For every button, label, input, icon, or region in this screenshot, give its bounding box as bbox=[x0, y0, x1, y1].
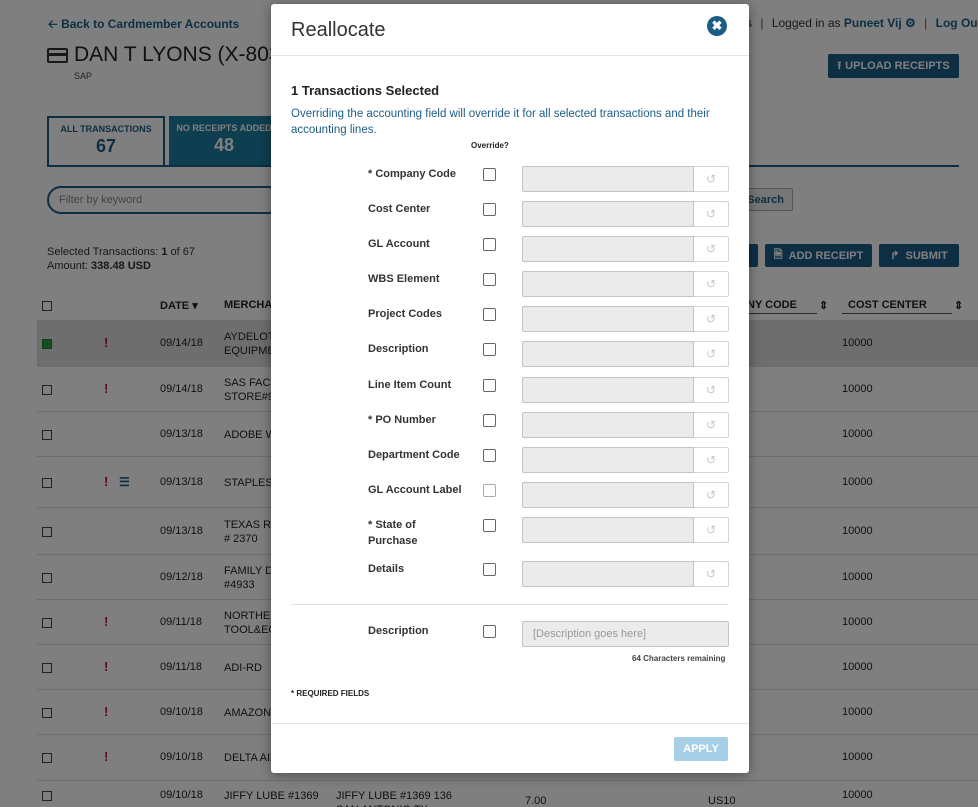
field-label: Cost Center bbox=[368, 203, 431, 215]
undo-icon[interactable]: ↺ bbox=[694, 561, 729, 587]
override-checkbox[interactable] bbox=[483, 238, 496, 251]
override-checkbox[interactable] bbox=[483, 308, 496, 321]
undo-icon[interactable]: ↺ bbox=[694, 201, 729, 227]
field-label: Line Item Count bbox=[368, 379, 452, 391]
apply-button[interactable]: APPLY bbox=[674, 737, 728, 761]
field-input[interactable] bbox=[522, 517, 694, 543]
modal-footer-divider bbox=[271, 723, 749, 724]
field-label: WBS Element bbox=[368, 273, 440, 285]
undo-icon[interactable]: ↺ bbox=[694, 517, 729, 543]
undo-icon[interactable]: ↺ bbox=[694, 236, 729, 262]
field-input[interactable] bbox=[522, 447, 694, 473]
field-input[interactable] bbox=[522, 482, 694, 508]
override-note: Overriding the accounting field will ove… bbox=[291, 108, 710, 136]
override-checkbox[interactable] bbox=[483, 563, 496, 576]
field-label: * State of Purchase bbox=[368, 519, 418, 547]
override-checkbox[interactable] bbox=[483, 343, 496, 356]
field-label: GL Account bbox=[368, 238, 430, 250]
field-input[interactable] bbox=[522, 271, 694, 297]
reallocate-modal: Reallocate ✖ 1 Transactions Selected Ove… bbox=[271, 4, 749, 773]
modal-title: Reallocate bbox=[291, 19, 386, 41]
field-label: * Company Code bbox=[368, 168, 457, 180]
field-input[interactable] bbox=[522, 412, 694, 438]
field-label: Department Code bbox=[368, 449, 460, 461]
field-input[interactable] bbox=[522, 306, 694, 332]
undo-icon[interactable]: ↺ bbox=[694, 166, 729, 192]
field-label: Description bbox=[368, 343, 429, 355]
field-input[interactable] bbox=[522, 561, 694, 587]
field-input[interactable] bbox=[522, 341, 694, 367]
override-column-header: Override? bbox=[471, 141, 509, 150]
field-input[interactable] bbox=[522, 236, 694, 262]
undo-icon[interactable]: ↺ bbox=[694, 377, 729, 403]
override-checkbox[interactable] bbox=[483, 168, 496, 181]
undo-icon[interactable]: ↺ bbox=[694, 482, 729, 508]
override-checkbox[interactable] bbox=[483, 379, 496, 392]
undo-icon[interactable]: ↺ bbox=[694, 306, 729, 332]
field-input[interactable] bbox=[522, 377, 694, 403]
field-input[interactable] bbox=[522, 166, 694, 192]
description-label: Description bbox=[368, 625, 429, 637]
override-checkbox[interactable] bbox=[483, 273, 496, 286]
undo-icon[interactable]: ↺ bbox=[694, 412, 729, 438]
selected-transactions-count: 1 Transactions Selected bbox=[291, 83, 440, 98]
field-label: * PO Number bbox=[368, 414, 436, 426]
override-checkbox[interactable] bbox=[483, 414, 496, 427]
undo-icon[interactable]: ↺ bbox=[694, 271, 729, 297]
override-checkbox[interactable] bbox=[483, 484, 496, 497]
divider bbox=[291, 604, 728, 605]
description-override-checkbox[interactable] bbox=[483, 625, 496, 638]
close-icon[interactable]: ✖ bbox=[707, 16, 727, 36]
required-fields-note: * REQUIRED FIELDS bbox=[291, 689, 370, 698]
modal-header: Reallocate ✖ bbox=[271, 4, 749, 56]
field-label: GL Account Label bbox=[368, 484, 462, 496]
field-label: Details bbox=[368, 563, 405, 575]
undo-icon[interactable]: ↺ bbox=[694, 341, 729, 367]
characters-remaining: 64 Characters remaining bbox=[632, 654, 726, 663]
field-input[interactable] bbox=[522, 201, 694, 227]
override-checkbox[interactable] bbox=[483, 203, 496, 216]
override-checkbox[interactable] bbox=[483, 449, 496, 462]
undo-icon[interactable]: ↺ bbox=[694, 447, 729, 473]
description-input[interactable]: [Description goes here] bbox=[522, 621, 729, 647]
override-checkbox[interactable] bbox=[483, 519, 496, 532]
field-label: Project Codes bbox=[368, 308, 442, 320]
